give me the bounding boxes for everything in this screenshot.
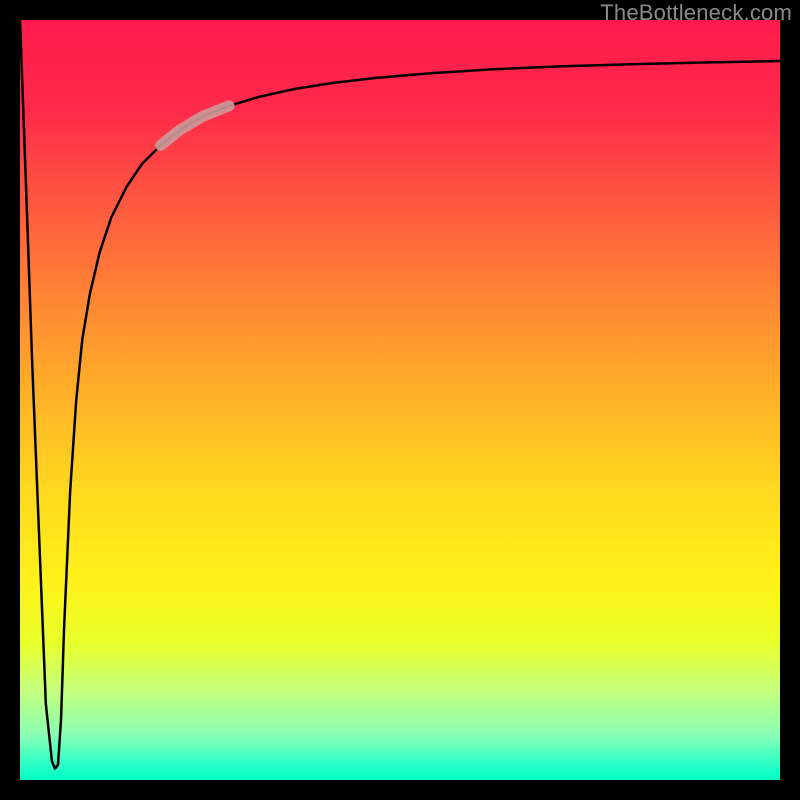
highlight-segment — [161, 106, 229, 146]
curve-layer — [20, 20, 780, 780]
watermark-text: TheBottleneck.com — [600, 0, 792, 26]
bottleneck-curve — [20, 20, 780, 769]
chart-frame: TheBottleneck.com — [0, 0, 800, 800]
